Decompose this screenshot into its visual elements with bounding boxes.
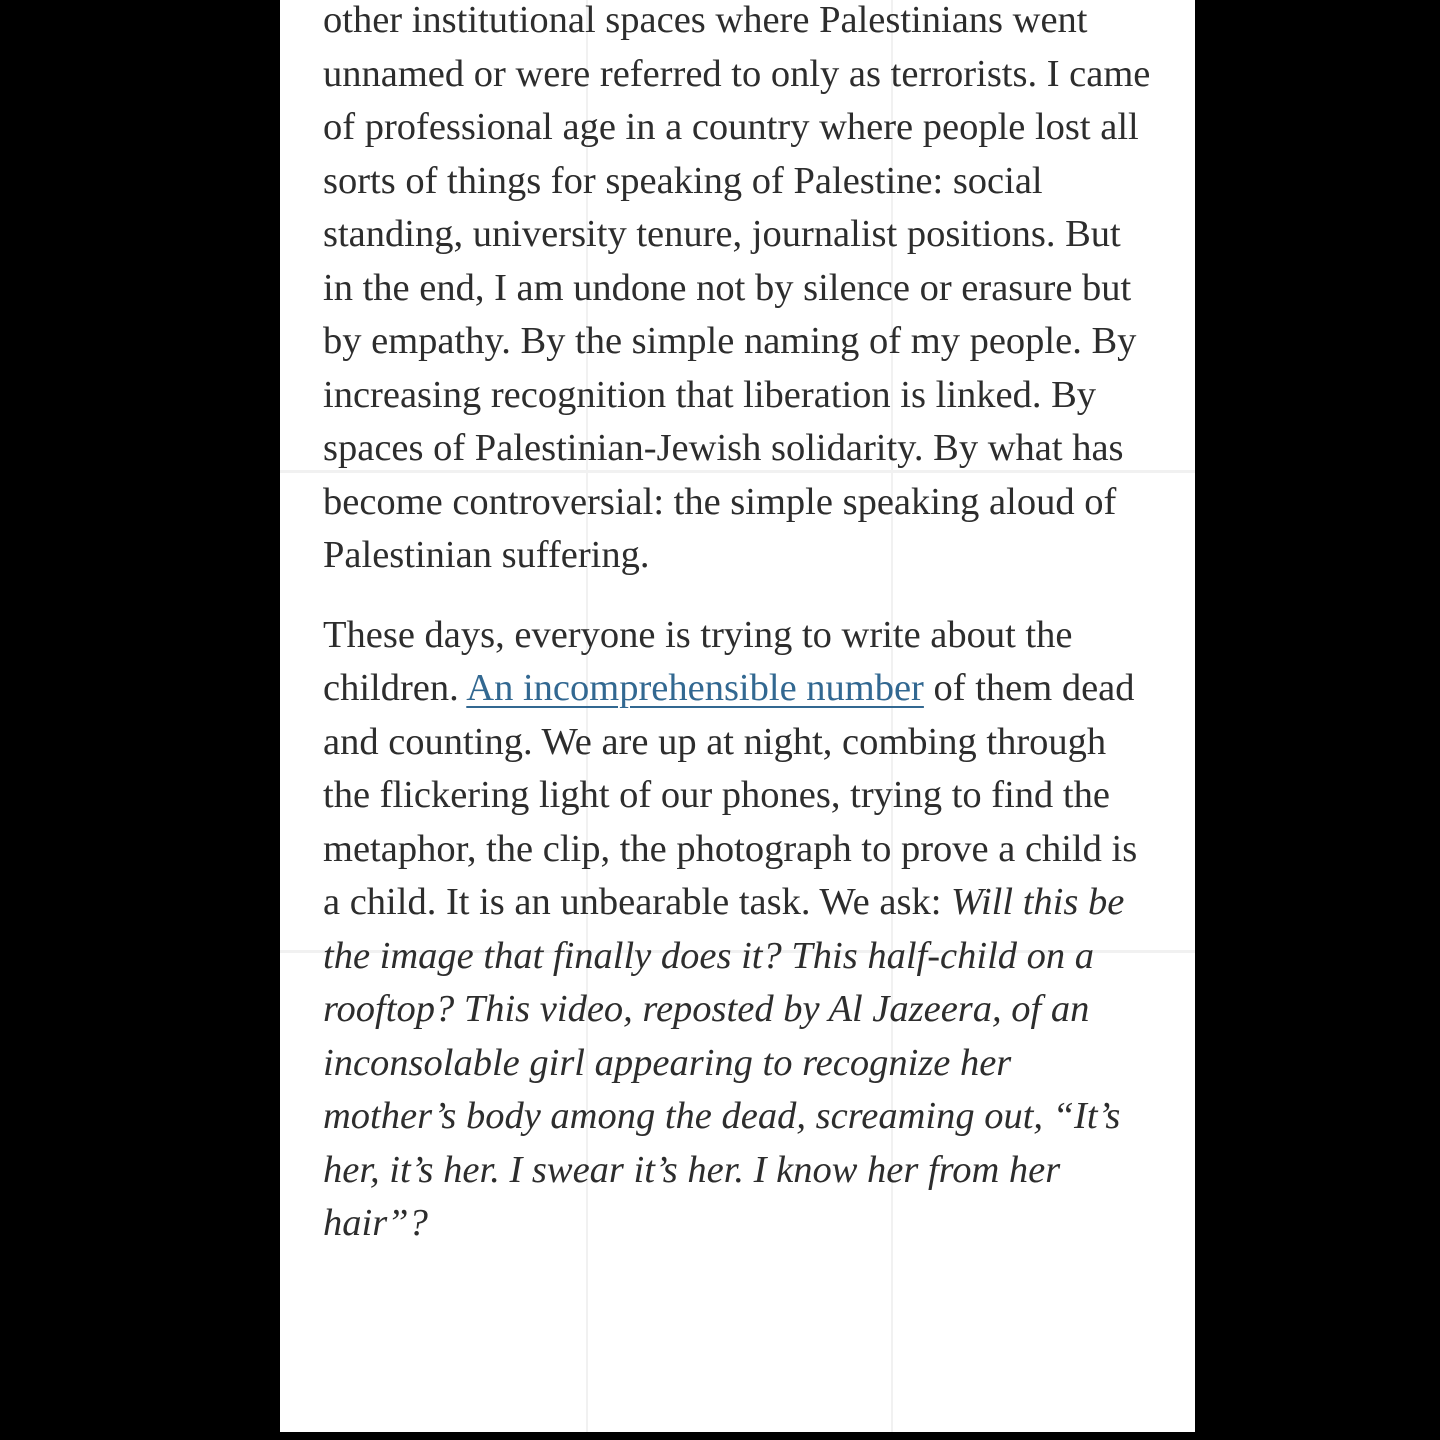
paragraph-2: These days, everyone is trying to write … [323,609,1153,1251]
article-page: other institutional spaces where Palesti… [280,0,1195,1432]
incomprehensible-number-link[interactable]: An incomprehensible number [466,667,924,709]
paragraph-1: other institutional spaces where Palesti… [323,0,1151,576]
paragraph-2-italic-questions: Will this be the image that finally does… [323,881,1125,1244]
article-body: other institutional spaces where Palesti… [323,0,1153,1251]
